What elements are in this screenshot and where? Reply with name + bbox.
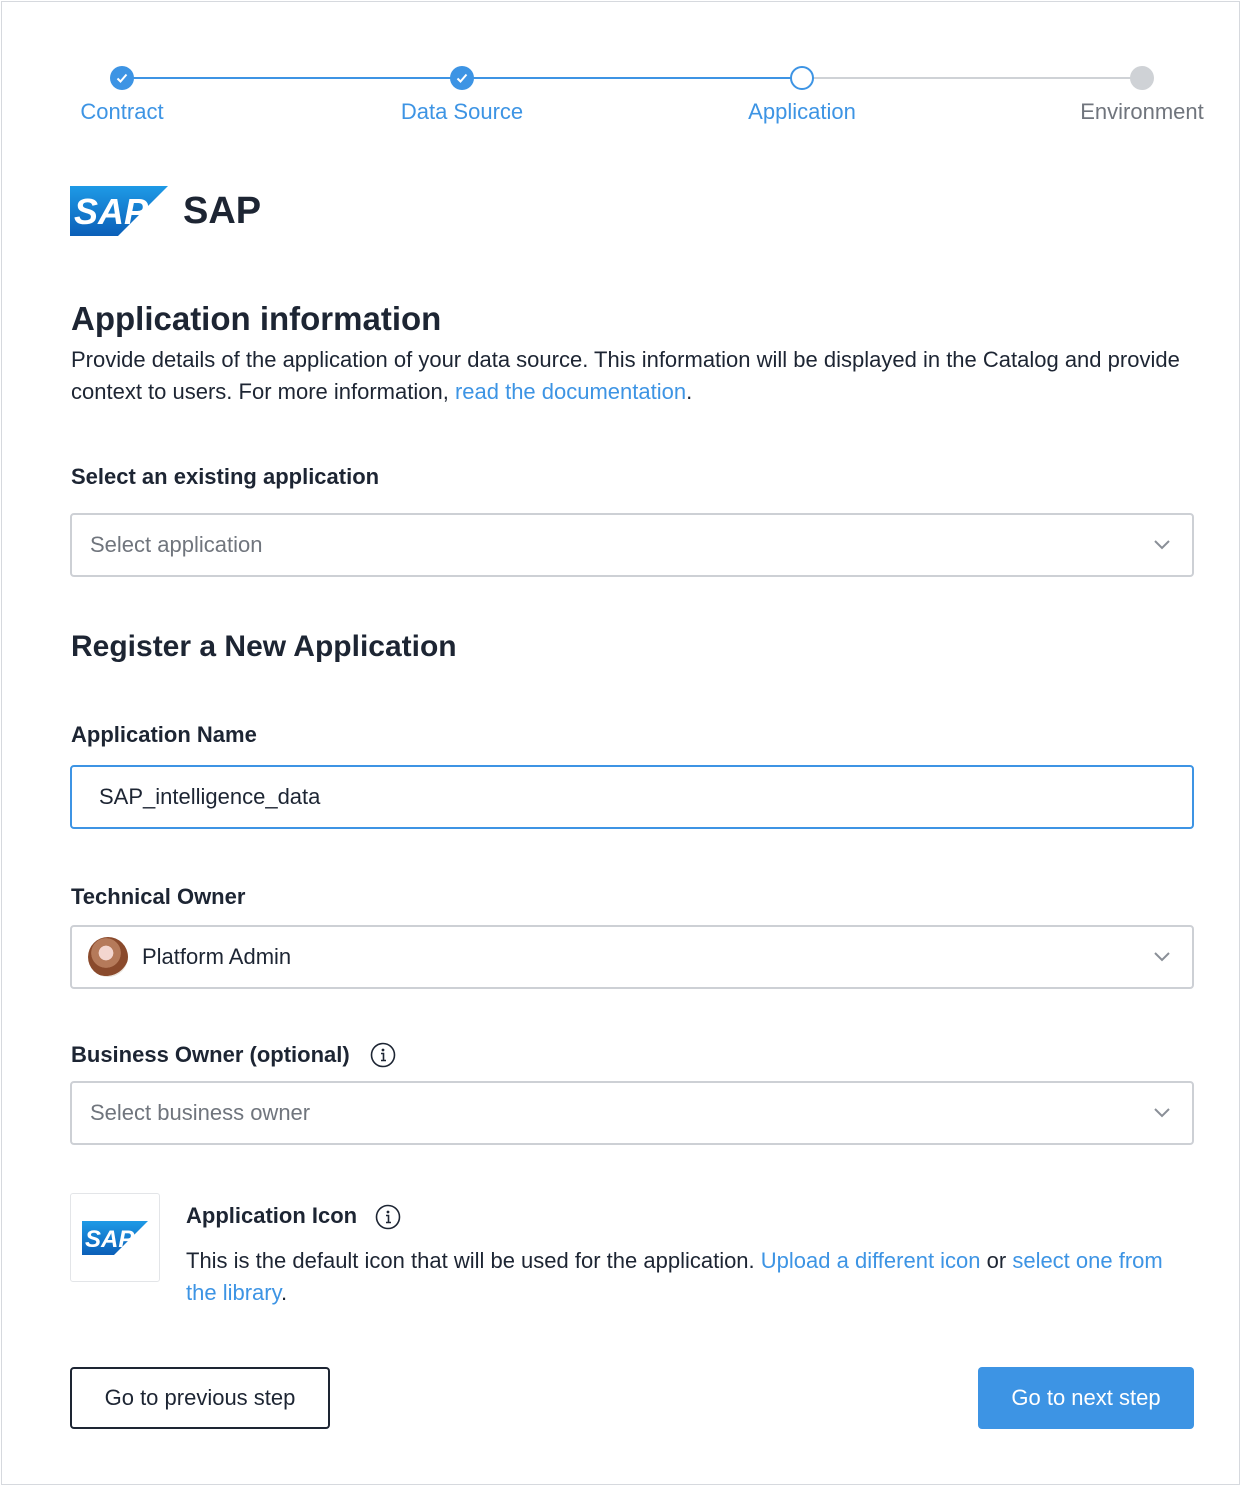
step-connector-done	[462, 77, 802, 79]
business-owner-info-icon[interactable]	[370, 1042, 396, 1068]
chevron-down-icon	[1154, 1108, 1170, 1118]
register-title: Register a New Application	[71, 630, 457, 663]
application-icon-info-icon[interactable]	[375, 1204, 401, 1230]
existing-app-select[interactable]: Select application	[70, 513, 1194, 577]
existing-app-placeholder: Select application	[90, 532, 263, 557]
business-owner-placeholder: Select business owner	[90, 1100, 311, 1125]
step-connector-todo	[802, 77, 1142, 79]
technical-owner-value: Platform Admin	[142, 944, 292, 969]
step-contract-check-icon[interactable]	[110, 66, 134, 90]
sap-logo-small: SAP	[82, 1220, 148, 1255]
chevron-down-icon	[1154, 952, 1170, 962]
step-data-source-check-icon[interactable]	[450, 66, 474, 90]
app-name-label: Application Name	[71, 722, 257, 747]
sap-logo-text: SAP	[74, 191, 149, 232]
documentation-link[interactable]: read the documentation	[455, 379, 686, 404]
previous-step-button[interactable]: Go to previous step	[70, 1367, 330, 1429]
business-owner-label: Business Owner (optional)	[71, 1042, 350, 1067]
section-description: Provide details of the application of yo…	[71, 347, 1180, 404]
application-icon-title: Application Icon	[186, 1203, 358, 1228]
technical-owner-label: Technical Owner	[71, 884, 246, 909]
sap-logo: SAP	[70, 186, 168, 236]
application-icon-preview: SAP	[70, 1193, 160, 1282]
application-icon-description: This is the default icon that will be us…	[186, 1248, 1163, 1305]
step-environment-dot	[1130, 66, 1154, 90]
existing-app-label: Select an existing application	[71, 464, 380, 489]
sap-logo-small-text: SAP	[85, 1226, 135, 1253]
avatar	[88, 937, 128, 977]
upload-icon-link[interactable]: Upload a different icon	[761, 1248, 981, 1273]
app-name-input[interactable]	[70, 765, 1194, 829]
chevron-down-icon	[1154, 540, 1170, 550]
business-owner-select[interactable]: Select business owner	[70, 1081, 1194, 1145]
step-environment-label: Environment	[1080, 99, 1204, 124]
step-application-label: Application	[748, 99, 856, 124]
progress-stepper: Contract Data Source Application Environ…	[0, 0, 1241, 140]
source-title: SAP	[183, 190, 262, 232]
step-application-dot	[790, 66, 814, 90]
step-contract-label[interactable]: Contract	[80, 99, 163, 125]
step-connector-done	[122, 77, 462, 79]
technical-owner-select[interactable]: Platform Admin	[70, 925, 1194, 989]
section-title: Application information	[71, 300, 442, 337]
next-step-button[interactable]: Go to next step	[978, 1367, 1194, 1429]
step-data-source-label[interactable]: Data Source	[401, 99, 523, 125]
